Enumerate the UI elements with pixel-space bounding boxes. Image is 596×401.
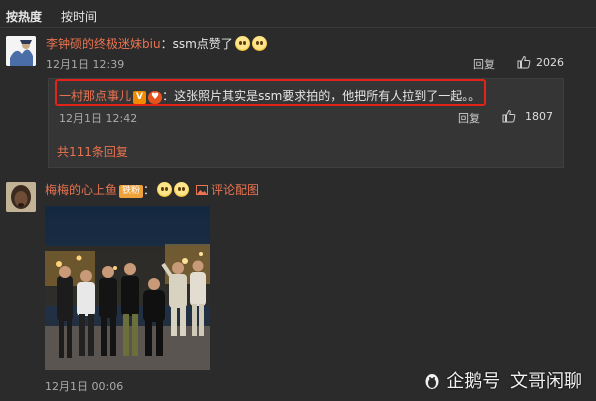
sort-bar: 按热度 按时间 xyxy=(0,0,596,28)
shocked-emoji-icon xyxy=(174,182,190,197)
comment-image-link[interactable]: 评论配图 xyxy=(211,183,259,197)
shocked-emoji-icon xyxy=(157,182,173,197)
reply-timestamp: 12月1日 12:42 xyxy=(59,112,138,125)
comment-header: 梅梅的心上鱼 铁粉： 评论配图 xyxy=(45,181,259,198)
sort-by-time-tab[interactable]: 按时间 xyxy=(61,8,97,25)
watermark-logo-text: 企鹅号 xyxy=(446,371,501,392)
comment-text: ： xyxy=(143,183,156,197)
username-link[interactable]: 李钟硕的终极迷妹biu xyxy=(46,37,161,51)
comment-timestamp: 12月1日 00:06 xyxy=(45,380,124,393)
thumbs-up-icon[interactable] xyxy=(502,109,516,123)
comment-timestamp: 12月1日 12:39 xyxy=(46,58,125,71)
highlight-box xyxy=(55,79,486,106)
thumbs-up-icon[interactable] xyxy=(517,55,531,69)
comment-header: 李钟硕的终极迷妹biu：ssm点赞了 xyxy=(46,35,267,52)
comment-text: ：ssm点赞了 xyxy=(160,37,233,51)
like-count: 2026 xyxy=(536,56,564,69)
shocked-emoji-icon xyxy=(251,36,267,51)
image-icon xyxy=(196,184,209,195)
avatar[interactable] xyxy=(6,182,36,212)
watermark-author: 文哥闲聊 xyxy=(510,371,582,392)
avatar[interactable] xyxy=(6,36,36,66)
reply-like-count: 1807 xyxy=(525,110,553,123)
penguin-logo-icon xyxy=(425,374,439,389)
shocked-emoji-icon xyxy=(234,36,250,51)
iron-fan-badge: 铁粉 xyxy=(119,185,144,198)
reply-button[interactable]: 回复 xyxy=(473,56,495,72)
reply-reply-button[interactable]: 回复 xyxy=(458,110,480,126)
view-all-replies-link[interactable]: 共111条回复 xyxy=(57,143,128,160)
comment-photo[interactable] xyxy=(45,206,210,370)
watermark: 企鹅号 文哥闲聊 xyxy=(423,367,582,393)
username-link[interactable]: 梅梅的心上鱼 xyxy=(45,183,117,197)
sort-by-hot-tab[interactable]: 按热度 xyxy=(6,8,42,25)
